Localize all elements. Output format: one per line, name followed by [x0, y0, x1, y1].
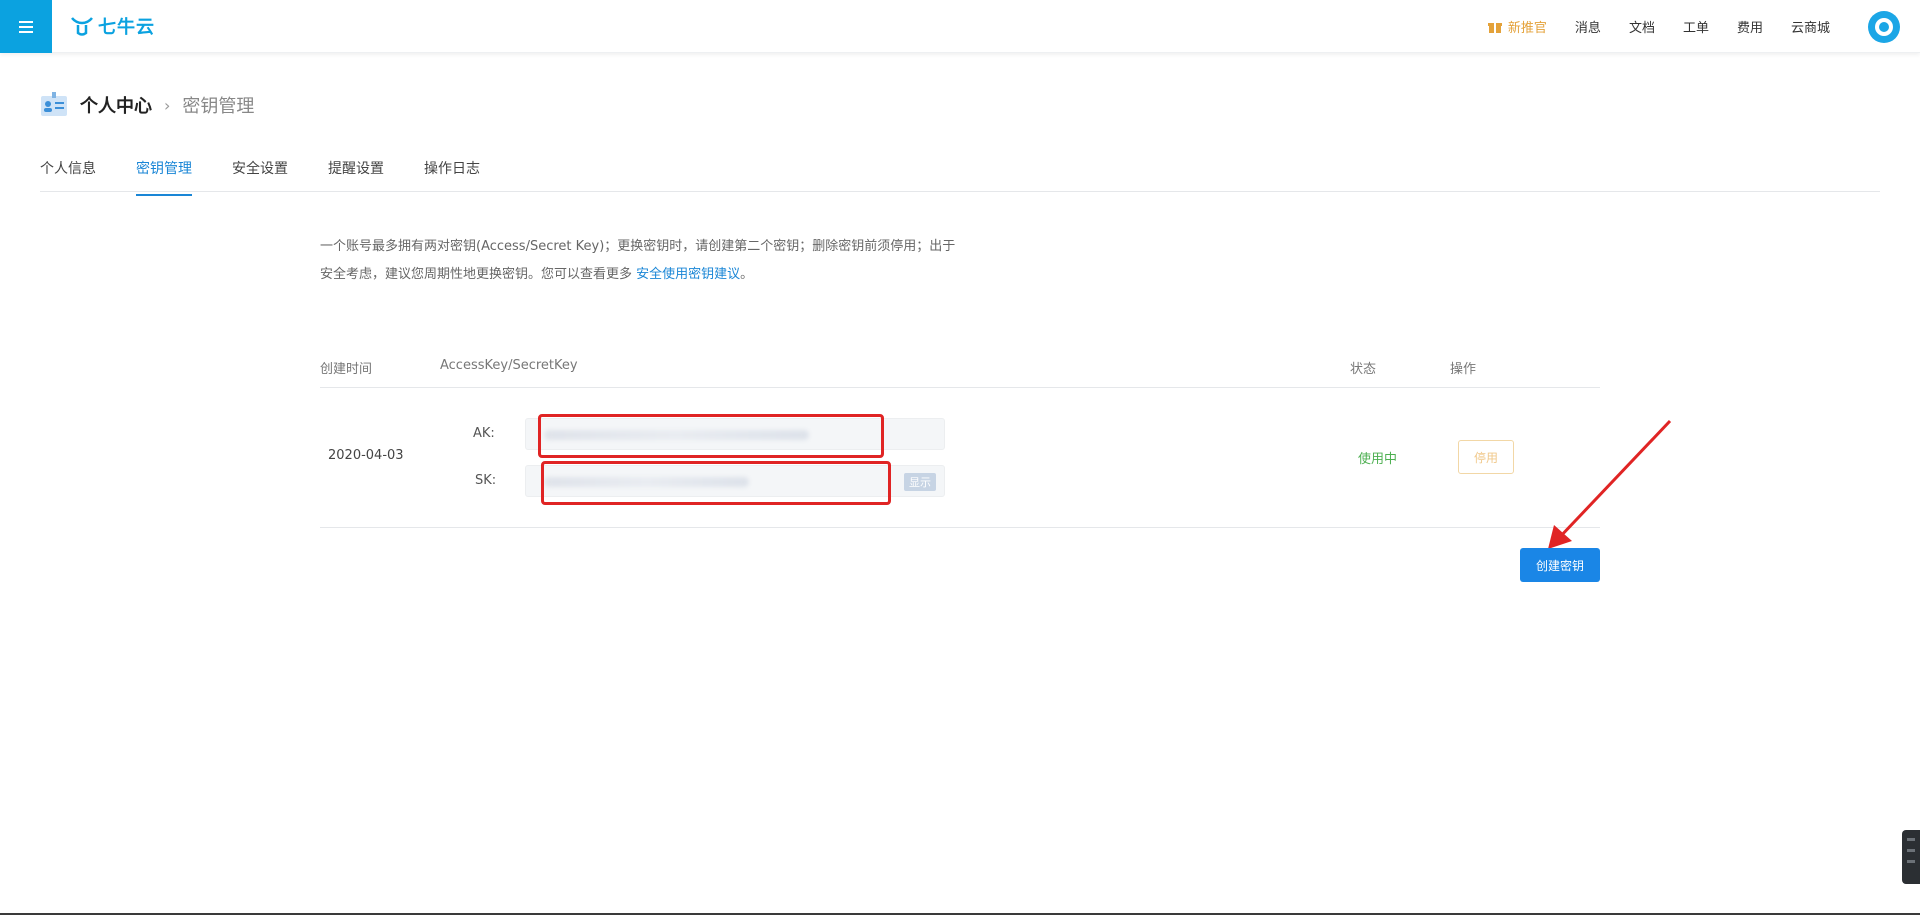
tab-bar: 个人信息 密钥管理 安全设置 提醒设置 操作日志	[40, 150, 1880, 196]
gift-icon	[1487, 22, 1502, 33]
nav-marketplace[interactable]: 云商城	[1791, 17, 1830, 36]
nav-tickets[interactable]: 工单	[1683, 17, 1709, 36]
header-actions: 操作	[1450, 362, 1477, 377]
header-created: 创建时间	[320, 362, 373, 377]
logo-icon	[71, 17, 93, 36]
breadcrumb: 个人中心 › 密钥管理	[40, 92, 254, 118]
key-table: 创建时间 AccessKey/SecretKey 状态 操作 2020-04-0…	[320, 350, 1600, 528]
nav-docs[interactable]: 文档	[1629, 17, 1655, 36]
breadcrumb-parent[interactable]: 个人中心	[80, 92, 152, 118]
promo-link[interactable]: 新推官	[1487, 17, 1547, 36]
promo-label: 新推官	[1507, 21, 1547, 36]
annotation-box-sk	[541, 461, 891, 505]
create-key-button[interactable]: 创建密钥	[1520, 548, 1600, 582]
status-badge: 使用中	[1358, 452, 1398, 467]
sk-label: SK:	[475, 473, 497, 488]
chevron-right-icon: ›	[164, 95, 171, 115]
tab-reminders[interactable]: 提醒设置	[328, 158, 384, 194]
side-scroll-widget[interactable]	[1902, 830, 1920, 884]
tab-operation-log[interactable]: 操作日志	[424, 158, 480, 194]
header-status: 状态	[1350, 362, 1377, 377]
disable-key-button[interactable]: 停用	[1458, 440, 1514, 474]
user-icon	[1875, 17, 1893, 36]
annotation-arrow-icon	[1548, 419, 1672, 549]
created-date: 2020-04-03	[328, 448, 404, 463]
breadcrumb-current: 密钥管理	[182, 96, 255, 117]
nav-messages[interactable]: 消息	[1575, 17, 1601, 36]
table-row: 2020-04-03 AK: SK: 显示 使用中 停用	[320, 388, 1600, 528]
key-description: 一个账号最多拥有两对密钥(Access/Secret Key)；更换密钥时，请创…	[320, 233, 960, 289]
top-nav-links: 新推官 消息 文档 工单 费用 云商城	[1487, 0, 1920, 53]
table-header: 创建时间 AccessKey/SecretKey 状态 操作	[320, 350, 1600, 388]
top-navbar: 七牛云 新推官 消息 文档 工单 费用 云商城	[0, 0, 1920, 53]
hamburger-icon	[19, 20, 33, 33]
description-end: 。	[740, 267, 754, 282]
nav-billing[interactable]: 费用	[1737, 17, 1763, 36]
annotation-box-ak	[538, 414, 884, 458]
tab-profile[interactable]: 个人信息	[40, 158, 96, 194]
user-avatar[interactable]	[1868, 10, 1900, 43]
tab-keys[interactable]: 密钥管理	[136, 158, 192, 196]
show-secret-button[interactable]: 显示	[904, 473, 936, 491]
id-card-icon	[41, 92, 67, 116]
menu-button[interactable]	[0, 0, 52, 53]
tab-security[interactable]: 安全设置	[232, 158, 288, 194]
qiniu-logo[interactable]: 七牛云	[70, 13, 155, 39]
security-advice-link[interactable]: 安全使用密钥建议	[636, 267, 740, 282]
ak-label: AK:	[473, 426, 495, 441]
logo-text: 七牛云	[98, 17, 155, 38]
header-keys: AccessKey/SecretKey	[440, 358, 578, 373]
